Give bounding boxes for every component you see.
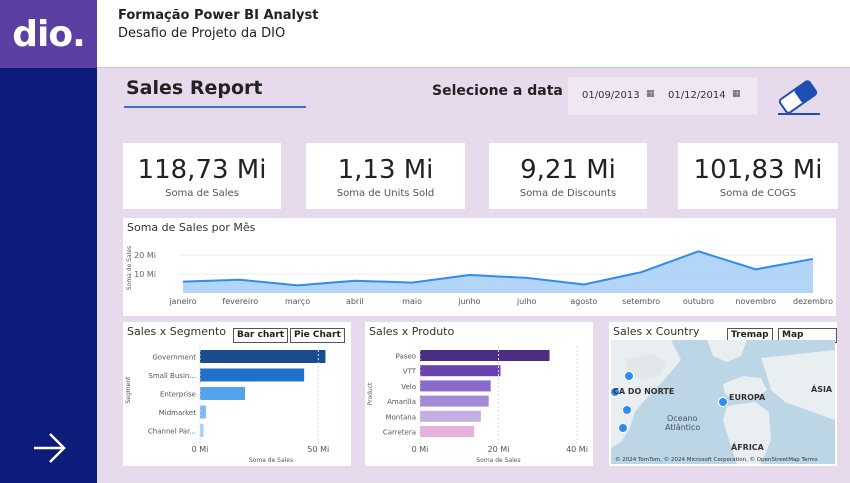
category-label: Velo xyxy=(401,383,416,391)
x-tick-label: janeiro xyxy=(168,297,196,306)
chart-title: Sales x Country xyxy=(613,325,700,338)
map-label: ÁSIA xyxy=(811,383,833,394)
eraser-icon[interactable] xyxy=(774,77,822,117)
start-date-input[interactable]: 01/09/2013 xyxy=(582,90,640,101)
y-axis-label: Product xyxy=(367,382,374,405)
bar xyxy=(200,405,206,419)
world-map[interactable]: CA DO NORTE EUROPA ÁSIA Oceano Atlântico… xyxy=(611,340,835,464)
map-label: EUROPA xyxy=(729,393,766,402)
category-label: Midmarket xyxy=(159,409,197,417)
category-label: Small Busin... xyxy=(148,372,196,380)
monthly-sales-chart[interactable]: Soma de Sales por Mês 10 Mi 20 Mi Soma de … xyxy=(123,218,836,316)
kpi-label: Soma de Discounts xyxy=(519,188,617,199)
kpi-card-sales: 118,73 Mi Soma de Sales xyxy=(123,143,281,209)
kpi-value: 9,21 Mi xyxy=(520,155,616,185)
map-label: CA DO NORTE xyxy=(613,387,674,396)
x-tick-label: 0 Mi xyxy=(412,445,429,454)
kpi-value: 118,73 Mi xyxy=(137,155,267,185)
x-tick-label: 20 Mi xyxy=(488,445,510,454)
x-tick-label: setembro xyxy=(622,297,660,306)
country-map-chart[interactable]: Sales x Country Tremap Map Chart CA DO N… xyxy=(609,322,837,466)
map-label: Oceano xyxy=(667,414,698,423)
map-attribution: © 2024 TomTom, © 2024 Microsoft Corporat… xyxy=(615,456,818,463)
x-tick-label: abril xyxy=(346,297,364,306)
arrow-right-icon[interactable] xyxy=(32,430,68,466)
x-tick-label: junho xyxy=(457,297,480,306)
bar xyxy=(420,426,475,437)
map-label: ÁFRICA xyxy=(731,441,765,452)
kpi-card-units: 1,13 Mi Soma de Units Sold xyxy=(306,143,465,209)
bar xyxy=(200,368,305,382)
product-chart[interactable]: Sales x Produto Paseo VTT Velo Amarilla Mont… xyxy=(365,322,593,466)
category-label: Channel Par... xyxy=(148,428,196,436)
bar xyxy=(200,424,204,437)
end-date-input[interactable]: 01/12/2014 xyxy=(668,90,726,101)
bar xyxy=(420,395,489,407)
report-title: Sales Report xyxy=(126,77,263,99)
header-title: Formação Power BI Analyst xyxy=(118,8,319,23)
x-tick-label: agosto xyxy=(570,297,597,306)
category-label: Enterprise xyxy=(160,391,196,399)
category-label: Government xyxy=(152,354,196,362)
kpi-value: 1,13 Mi xyxy=(337,155,434,185)
area-chart-svg: 10 Mi 20 MiSoma de Sales janeiro fevereiro m… xyxy=(126,246,833,306)
date-range-slicer: 01/09/2013 ▦ 01/12/2014 ▦ xyxy=(568,77,757,115)
report-canvas: Sales Report Selecione a data 01/09/2013… xyxy=(97,68,850,483)
header: Formação Power BI Analyst Desafio de Pro… xyxy=(97,0,850,68)
side-navigation xyxy=(0,68,97,483)
kpi-label: Soma de Sales xyxy=(165,188,239,199)
x-tick-label: julho xyxy=(516,297,537,306)
x-tick-label: fevereiro xyxy=(222,297,258,306)
category-label: Paseo xyxy=(396,353,416,361)
x-tick-label: maio xyxy=(402,297,422,306)
x-tick-label: março xyxy=(285,297,310,306)
category-label: Amarilla xyxy=(387,398,416,406)
y-tick-label: 20 Mi xyxy=(134,251,156,260)
map-label: Atlântico xyxy=(665,423,700,432)
category-label: Montana xyxy=(385,413,416,421)
x-tick-label: outubro xyxy=(683,297,714,306)
segment-bar-svg: Government Small Busin... Enterprise Midmar… xyxy=(125,346,329,464)
x-tick-label: 40 Mi xyxy=(566,445,588,454)
category-label: VTT xyxy=(403,368,417,376)
title-underline xyxy=(124,106,306,108)
date-filter-label: Selecione a data xyxy=(432,83,563,99)
bar xyxy=(420,350,550,361)
x-axis-label: Soma de Sales xyxy=(249,457,293,464)
x-tick-label: 0 Mi xyxy=(192,445,209,454)
product-bar-svg: Paseo VTT Velo Amarilla Montana Carretera 0 Mi… xyxy=(367,346,588,464)
bar xyxy=(420,365,501,377)
x-axis-label: Soma de Sales xyxy=(476,457,520,464)
bar xyxy=(420,380,491,392)
y-axis-label: Segment xyxy=(125,376,132,404)
y-tick-label: 10 Mi xyxy=(134,270,156,279)
kpi-value: 101,83 Mi xyxy=(693,155,823,185)
calendar-icon[interactable]: ▦ xyxy=(646,89,655,99)
category-label: Carretera xyxy=(383,429,416,437)
kpi-label: Soma de Units Sold xyxy=(336,188,435,199)
x-tick-label: novembro xyxy=(735,297,776,306)
kpi-card-cogs: 101,83 Mi Soma de COGS xyxy=(678,143,838,209)
segment-chart[interactable]: Sales x Segmento Bar chart Pie Chart Gov… xyxy=(123,322,351,466)
header-subtitle: Desafio de Projeto da DIO xyxy=(118,26,286,41)
x-tick-label: dezembro xyxy=(793,297,833,306)
bar xyxy=(200,387,245,400)
dio-logo: dio. xyxy=(0,0,97,68)
y-axis-label: Soma de Sales xyxy=(126,246,133,290)
calendar-icon[interactable]: ▦ xyxy=(732,89,741,99)
x-tick-label: 50 Mi xyxy=(307,445,329,454)
kpi-card-discounts: 9,21 Mi Soma de Discounts xyxy=(489,143,647,209)
bar xyxy=(200,350,326,363)
kpi-label: Soma de COGS xyxy=(719,188,797,199)
bar xyxy=(420,410,481,422)
logo-text: dio. xyxy=(12,13,86,55)
